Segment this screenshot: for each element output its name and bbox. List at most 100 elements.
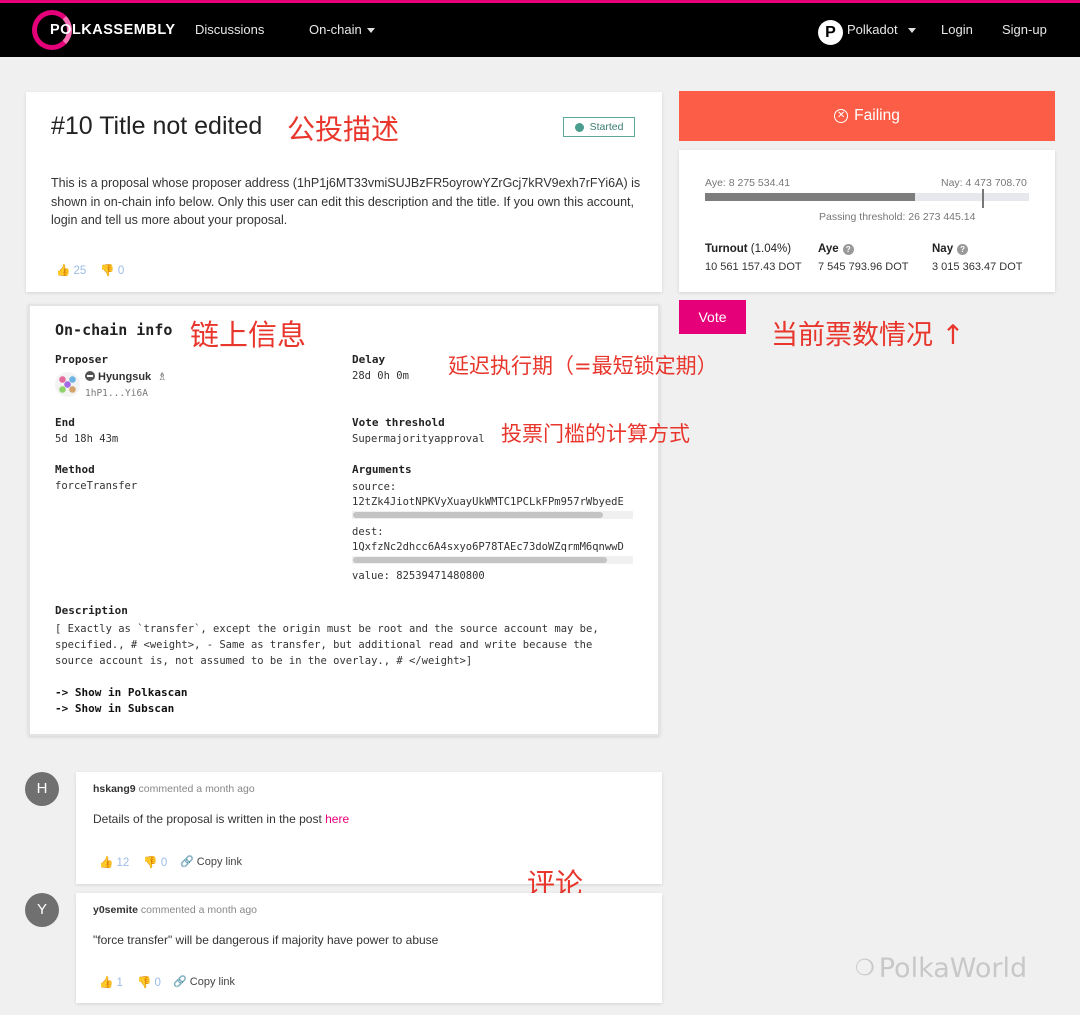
status-dot-icon [574, 122, 584, 132]
dest-value-box: 1QxfzNc2dhcc6A4sxyo6P78TAEc73doWZqrmM6qn… [352, 541, 633, 555]
nav-onchain[interactable]: On-chain [309, 22, 375, 37]
description-label: Description [55, 604, 128, 617]
source-value-box: 12tZk4JiotNPKVyXuayUkWMTC1PCLkFPm957rWby… [352, 496, 633, 510]
thumbs-up-icon: 👍 [56, 265, 71, 277]
proposer-name-text: Hyungsuk [98, 371, 152, 383]
link-icon: 🔗 [180, 856, 194, 868]
source-label: source: [352, 481, 397, 493]
comment-avatar: H [25, 772, 59, 806]
proposal-reactions: 👍 25 👎 0 [56, 263, 124, 277]
like-count: 1 [116, 977, 123, 989]
thumbs-up-icon: 👍 [99, 857, 114, 869]
comment-author[interactable]: y0semite [93, 904, 138, 916]
comment-meta: commented a month ago [138, 783, 255, 795]
vote-button[interactable]: Vote [679, 300, 746, 334]
thumbs-down-icon: 👎 [100, 265, 115, 277]
nav-discussions[interactable]: Discussions [195, 22, 264, 37]
signup-link[interactable]: Sign-up [1002, 22, 1047, 37]
annotation-votes: 当前票数情况 ↑ [771, 320, 965, 351]
copy-link-button[interactable]: 🔗 Copy link [180, 855, 242, 868]
threshold-marker [982, 189, 984, 208]
status-badge: Started [563, 117, 635, 137]
comment-text: Details of the proposal is written in th… [93, 812, 349, 826]
value-arg: value: 82539471480800 [352, 570, 485, 582]
like-count: 25 [73, 265, 87, 277]
dest-label: dest: [352, 526, 384, 538]
proposal-description: This is a proposal whose proposer addres… [51, 176, 641, 227]
method-label: Method [55, 463, 95, 476]
watermark: ❍ PolkaWorld [855, 953, 1027, 984]
chevron-down-icon [366, 28, 375, 34]
chevron-down-icon [907, 28, 916, 34]
method-value: forceTransfer [55, 480, 138, 492]
aye-label: Aye? [818, 243, 854, 255]
dislike-button[interactable]: 👎 0 [100, 263, 124, 277]
tally-bar [705, 193, 1029, 201]
top-navbar: POLKASSEMBLY Discussions On-chain P Polk… [0, 0, 1080, 57]
comment-link[interactable]: here [325, 812, 349, 826]
page-title: #10 Title not edited [51, 112, 263, 140]
polkassembly-logo[interactable]: POLKASSEMBLY [32, 10, 175, 50]
arguments-label: Arguments [352, 463, 412, 476]
delay-value: 28d 0h 0m [352, 370, 409, 382]
judgement-icon: ♗ [157, 371, 168, 383]
network-selector[interactable]: Polkadot [847, 22, 916, 37]
dislike-button[interactable]: 👎 0 [143, 855, 167, 869]
proposer-label: Proposer [55, 353, 108, 366]
link-icon: 🔗 [173, 976, 187, 988]
like-button[interactable]: 👍 25 [56, 263, 86, 277]
turnout-label: Turnout (1.04%) [705, 243, 791, 255]
end-label: End [55, 416, 75, 429]
aye-summary: Aye: 8 275 534.41 [705, 177, 791, 189]
nay-label-text: Nay [932, 243, 954, 255]
like-button[interactable]: 👍 1 [99, 975, 123, 989]
source-scrollbar-thumb[interactable] [353, 512, 603, 518]
help-icon[interactable]: ? [957, 244, 969, 255]
copy-link-label: Copy link [189, 976, 236, 988]
nay-value: 3 015 363.47 DOT [932, 261, 1023, 273]
dest-value: 1QxfzNc2dhcc6A4sxyo6P78TAEc73doWZqrmM6qn… [352, 541, 624, 553]
threshold-label: Vote threshold [352, 416, 445, 429]
help-icon[interactable]: ? [842, 244, 854, 255]
comment-avatar: Y [25, 893, 59, 927]
proposer-address: 1hP1...Yi6A [85, 388, 148, 399]
nay-label: Nay? [932, 243, 969, 255]
subscan-link[interactable]: -> Show in Subscan [55, 702, 174, 715]
like-count: 12 [116, 857, 130, 869]
proposer-identicon [55, 372, 80, 397]
dislike-count: 0 [160, 857, 168, 869]
source-scrollbar[interactable] [352, 511, 633, 519]
wechat-icon: ❍ [855, 956, 875, 981]
turnout-value: 10 561 157.43 DOT [705, 261, 802, 273]
login-link[interactable]: Login [941, 22, 973, 37]
threshold-value: Supermajorityapproval [352, 433, 485, 445]
comment-header: hskang9 commented a month ago [93, 783, 255, 795]
annotation-threshold: 投票门槛的计算方式 [501, 422, 690, 446]
delay-label: Delay [352, 353, 386, 366]
passing-threshold: Passing threshold: 26 273 445.14 [819, 211, 976, 223]
annotation-onchain: 链上信息 [190, 318, 307, 352]
comment-reactions: 👍 12 👎 0 [99, 855, 167, 869]
x-circle-icon: ✕ [834, 109, 849, 123]
like-button[interactable]: 👍 12 [99, 855, 129, 869]
onchain-heading: On-chain info [55, 321, 173, 339]
vote-status-bar: ✕ Failing [679, 91, 1055, 141]
dest-scrollbar-thumb[interactable] [353, 557, 607, 563]
identity-icon [85, 371, 95, 381]
dislike-button[interactable]: 👎 0 [137, 975, 161, 989]
thumbs-up-icon: 👍 [99, 977, 114, 989]
dest-scrollbar[interactable] [352, 556, 633, 564]
dislike-count: 0 [117, 265, 125, 277]
comment-author[interactable]: hskang9 [93, 783, 136, 795]
polkascan-link[interactable]: -> Show in Polkascan [55, 686, 187, 699]
turnout-label-text: Turnout [705, 243, 748, 255]
copy-link-button[interactable]: 🔗 Copy link [173, 975, 235, 988]
aye-label-text: Aye [818, 243, 839, 255]
proposer-name[interactable]: Hyungsuk ♗ [85, 370, 167, 383]
network-label: Polkadot [847, 22, 898, 37]
turnout-pct: (1.04%) [750, 243, 792, 255]
source-value: 12tZk4JiotNPKVyXuayUkWMTC1PCLkFPm957rWby… [352, 496, 624, 508]
polkadot-logo-icon: P [818, 20, 843, 45]
annotation-delay: 延迟执行期（=最短锁定期） [448, 354, 718, 378]
comment-body: Details of the proposal is written in th… [93, 812, 326, 826]
